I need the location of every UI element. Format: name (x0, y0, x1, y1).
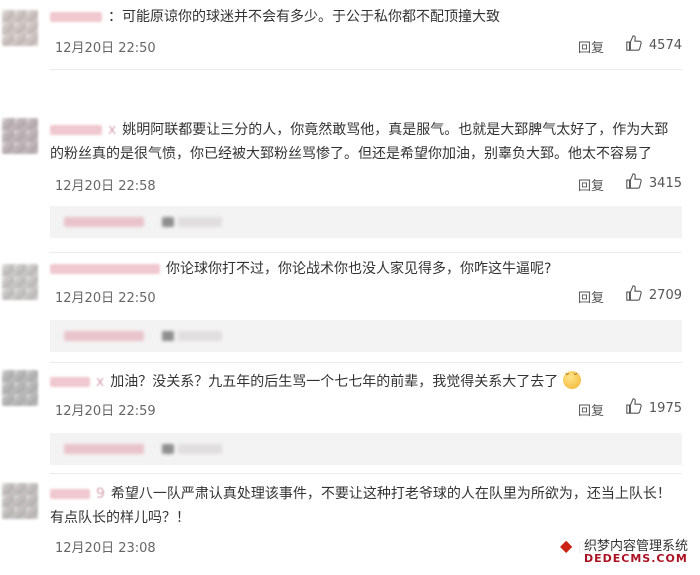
grin-emoji-icon (562, 367, 581, 391)
like-count: 4574 (648, 37, 682, 53)
sub-reply-blurred (178, 217, 222, 227)
username-tail: x (108, 122, 117, 138)
like-button[interactable]: 2709 (625, 284, 682, 306)
username-blurred[interactable] (50, 377, 90, 387)
like-count: 2709 (648, 287, 682, 303)
sub-reply-box (50, 320, 682, 352)
username-blurred[interactable] (50, 12, 102, 22)
sub-reply-blurred (64, 217, 144, 227)
username-blurred[interactable] (50, 489, 90, 499)
like-button[interactable]: 4574 (625, 34, 682, 56)
comment-body: 9 希望八一队严肃认真处理该事件，不要让这种打老爷球的人在队里为所欲为，还当上队长… (50, 482, 682, 530)
comment-body: 你论球你打不过，你论战术你也没人家见得多，你咋这牛逼呢? (50, 257, 682, 281)
username-tail: 9 (96, 486, 105, 502)
sub-reply-blurred (64, 444, 144, 454)
comment-item: 你论球你打不过，你论战术你也没人家见得多，你咋这牛逼呢? 12月20日 22:5… (0, 252, 700, 363)
comment-text: 希望八一队严肃认真处理该事件，不要让这种打老爷球的人在队里为所欲为，还当上队长！… (50, 486, 671, 526)
avatar[interactable] (2, 10, 38, 46)
reply-button[interactable]: 回复 (578, 400, 604, 419)
thumbs-up-icon (625, 397, 643, 419)
comment-time: 12月20日 22:58 (55, 179, 156, 194)
comment-text: 姚明阿联都要让三分的人，你竟然敢骂他，真是服气。也就是大郅脾气太好了，作为大郅的… (50, 122, 669, 162)
comment-time: 12月20日 22:50 (55, 41, 156, 56)
comment-text: 你论球你打不过，你论战术你也没人家见得多，你咋这牛逼呢? (166, 261, 552, 277)
username-blurred[interactable] (50, 264, 160, 274)
like-button[interactable]: 3415 (625, 172, 682, 194)
comment-text: 加油？没关系？九五年的后生骂一个七七年的前辈，我觉得关系大了去了 (110, 374, 559, 390)
avatar[interactable] (2, 483, 38, 519)
watermark: ◆ 织梦内容管理系统 DEDECMS.COM (558, 533, 698, 569)
avatar[interactable] (2, 370, 38, 406)
reply-button[interactable]: 回复 (578, 175, 604, 194)
like-count: 3415 (648, 175, 682, 191)
divider (50, 69, 682, 70)
divider (50, 362, 682, 363)
username-blurred[interactable] (50, 125, 102, 135)
like-count: 1975 (648, 400, 682, 416)
sub-reply-blurred (162, 217, 174, 227)
avatar[interactable] (2, 118, 38, 154)
watermark-domain: DEDECMS.COM (584, 552, 688, 565)
avatar[interactable] (2, 264, 38, 300)
thumbs-up-icon (625, 172, 643, 194)
comment-item: ：可能原谅你的球迷并不会有多少。于公于私你都不配顶撞大致 12月20日 22:5… (0, 0, 700, 70)
sub-reply-box (50, 433, 682, 465)
comment-item: x 加油？没关系？九五年的后生骂一个七七年的前辈，我觉得关系大了去了 12月20日… (0, 365, 700, 475)
comment-time: 12月20日 22:50 (55, 291, 156, 306)
sub-reply-blurred (64, 331, 144, 341)
like-button[interactable]: 1975 (625, 397, 682, 419)
reply-button[interactable]: 回复 (578, 37, 604, 56)
sub-reply-blurred (162, 331, 174, 341)
divider (50, 473, 682, 474)
sub-reply-box (50, 206, 682, 238)
comment-time: 12月20日 23:08 (55, 541, 156, 556)
comment-time: 12月20日 22:59 (55, 404, 156, 419)
sub-reply-blurred (178, 331, 222, 341)
username-tail: x (96, 374, 105, 390)
thumbs-up-icon (625, 34, 643, 56)
thumbs-up-icon (625, 284, 643, 306)
sub-reply-blurred (178, 444, 222, 454)
comment-text: ：可能原谅你的球迷并不会有多少。于公于私你都不配顶撞大致 (108, 9, 500, 25)
reply-button[interactable]: 回复 (578, 287, 604, 306)
comment-body: x 加油？没关系？九五年的后生骂一个七七年的前辈，我觉得关系大了去了 (50, 367, 682, 394)
comment-body: x 姚明阿联都要让三分的人，你竟然敢骂他，真是服气。也就是大郅脾气太好了，作为大郅… (50, 118, 682, 166)
comment-body: ：可能原谅你的球迷并不会有多少。于公于私你都不配顶撞大致 (50, 5, 682, 29)
comment-item: x 姚明阿联都要让三分的人，你竟然敢骂他，真是服气。也就是大郅脾气太好了，作为大郅… (0, 110, 700, 260)
sub-reply-blurred (162, 444, 174, 454)
watermark-logo-icon: ◆ (560, 536, 573, 555)
